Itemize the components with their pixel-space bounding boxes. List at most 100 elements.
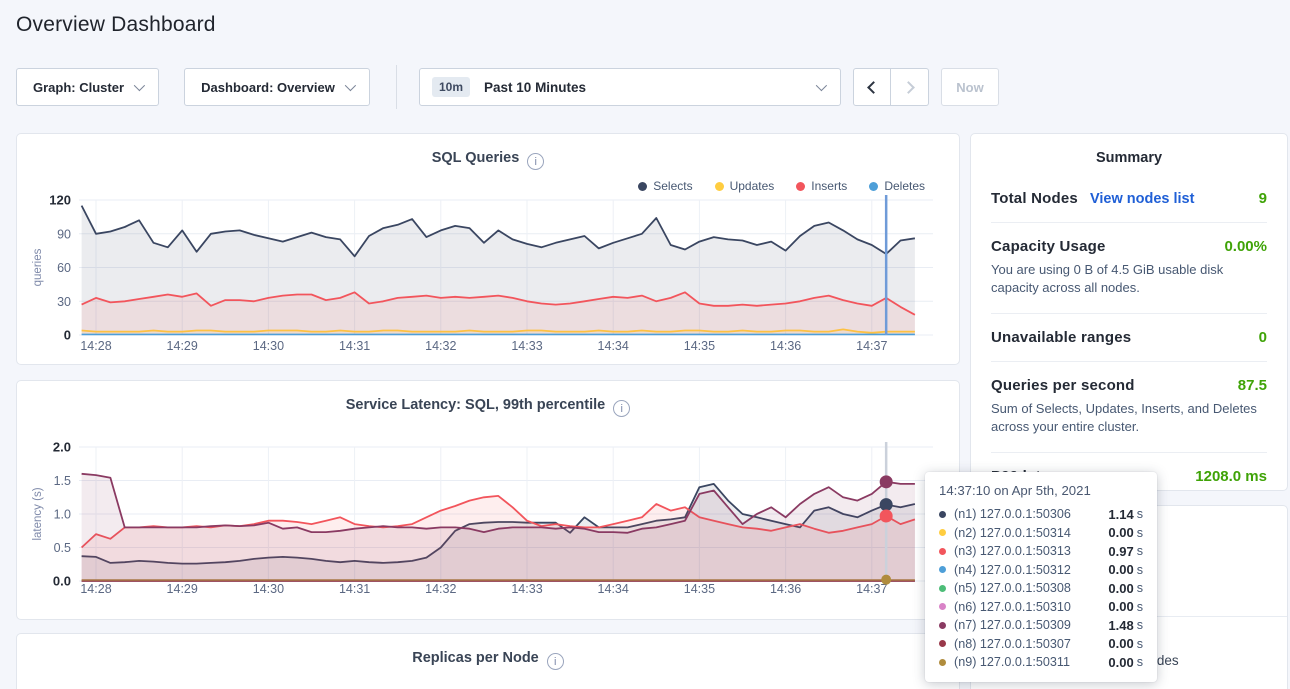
- svg-text:0.5: 0.5: [54, 541, 71, 555]
- dashboard-dropdown[interactable]: Dashboard: Overview: [184, 68, 370, 106]
- series-dot-icon: [939, 566, 946, 573]
- sql-queries-chart[interactable]: 030609012014:2814:2914:3014:3114:3214:33…: [17, 134, 960, 365]
- overview-dashboard-page: Overview Dashboard Graph: Cluster Dashbo…: [0, 0, 1290, 689]
- chevron-down-icon: [134, 80, 145, 91]
- tooltip-node-value: 1.14: [1108, 507, 1133, 522]
- toolbar-divider: [396, 65, 397, 109]
- tooltip-node-value: 0.00: [1108, 655, 1133, 670]
- tooltip-node-unit: s: [1137, 544, 1143, 558]
- view-nodes-link[interactable]: View nodes list: [1090, 191, 1195, 207]
- queries-per-second-description: Sum of Selects, Updates, Inserts, and De…: [991, 400, 1267, 437]
- svg-text:14:35: 14:35: [684, 582, 715, 596]
- svg-text:14:28: 14:28: [80, 582, 111, 596]
- queries-per-second-row: Queries per second 87.5: [991, 377, 1267, 394]
- tooltip-row: (n6) 127.0.0.1:503100.00 s: [939, 598, 1143, 617]
- service-latency-chart[interactable]: 0.00.51.01.52.014:2814:2914:3014:3114:32…: [17, 381, 960, 620]
- unavailable-ranges-row: Unavailable ranges 0: [991, 329, 1267, 346]
- tooltip-node-label: (n8) 127.0.0.1:50307: [954, 637, 1108, 651]
- page-title: Overview Dashboard: [16, 13, 216, 37]
- series-dot-icon: [939, 511, 946, 518]
- divider: [991, 361, 1267, 362]
- tooltip-row: (n3) 127.0.0.1:503130.97s: [939, 542, 1143, 561]
- dashboard-dropdown-label: Dashboard: Overview: [201, 80, 335, 95]
- replicas-per-node-chart-card: Replicas per Nodei: [16, 633, 960, 689]
- service-latency-chart-card: Service Latency: SQL, 99th percentilei 0…: [16, 380, 960, 620]
- graph-dropdown[interactable]: Graph: Cluster: [16, 68, 159, 106]
- time-range-selector[interactable]: 10m Past 10 Minutes: [419, 68, 841, 106]
- tooltip-node-unit: s: [1137, 600, 1143, 614]
- tooltip-node-label: (n6) 127.0.0.1:50310: [954, 600, 1108, 614]
- time-next-button[interactable]: [891, 68, 929, 106]
- svg-text:latency (s): latency (s): [32, 487, 44, 540]
- tooltip-node-value: 0.00: [1108, 562, 1133, 577]
- chevron-down-icon: [345, 80, 356, 91]
- svg-text:14:29: 14:29: [167, 339, 198, 353]
- svg-text:14:32: 14:32: [425, 582, 456, 596]
- tooltip-timestamp: 14:37:10 on Apr 5th, 2021: [939, 483, 1143, 498]
- queries-per-second-label: Queries per second: [991, 377, 1135, 394]
- tooltip-node-label: (n9) 127.0.0.1:50311: [954, 655, 1108, 669]
- divider: [991, 313, 1267, 314]
- tooltip-node-unit: s: [1137, 581, 1143, 595]
- summary-title: Summary: [991, 150, 1267, 166]
- svg-text:14:31: 14:31: [339, 339, 370, 353]
- tooltip-row: (n9) 127.0.0.1:503110.00s: [939, 653, 1143, 672]
- total-nodes-label: Total Nodes: [991, 190, 1078, 207]
- svg-text:14:35: 14:35: [684, 339, 715, 353]
- svg-text:queries: queries: [32, 248, 44, 286]
- tooltip-node-label: (n4) 127.0.0.1:50312: [954, 563, 1108, 577]
- tooltip-rows: (n1) 127.0.0.1:503061.14 s (n2) 127.0.0.1:…: [939, 505, 1143, 672]
- svg-text:14:37: 14:37: [856, 339, 887, 353]
- time-nav-group: [853, 68, 929, 106]
- svg-text:14:31: 14:31: [339, 582, 370, 596]
- svg-text:14:33: 14:33: [511, 582, 542, 596]
- tooltip-row: (n4) 127.0.0.1:503120.00 s: [939, 561, 1143, 580]
- chart-title: Replicas per Nodei: [17, 650, 959, 670]
- info-icon[interactable]: i: [547, 653, 564, 670]
- svg-text:0: 0: [64, 328, 71, 343]
- total-nodes-value: 9: [1259, 190, 1267, 207]
- svg-text:14:36: 14:36: [770, 582, 801, 596]
- time-range-badge: 10m: [432, 77, 470, 97]
- svg-text:14:36: 14:36: [770, 339, 801, 353]
- graph-dropdown-label: Graph: Cluster: [33, 80, 124, 95]
- tooltip-node-label: (n1) 127.0.0.1:50306: [954, 507, 1108, 521]
- tooltip-node-value: 0.00: [1108, 525, 1133, 540]
- tooltip-node-unit: s: [1137, 618, 1143, 632]
- capacity-usage-row: Capacity Usage 0.00%: [991, 238, 1267, 255]
- tooltip-node-label: (n7) 127.0.0.1:50309: [954, 618, 1108, 632]
- toolbar: Graph: Cluster Dashboard: Overview 10m P…: [16, 68, 999, 106]
- time-prev-button[interactable]: [853, 68, 891, 106]
- svg-text:14:30: 14:30: [253, 582, 284, 596]
- tooltip-node-value: 0.00: [1108, 581, 1133, 596]
- capacity-usage-label: Capacity Usage: [991, 238, 1106, 255]
- capacity-usage-value: 0.00%: [1224, 238, 1267, 255]
- tooltip-node-label: (n2) 127.0.0.1:50314: [954, 526, 1108, 540]
- series-dot-icon: [939, 640, 946, 647]
- capacity-usage-description: You are using 0 B of 4.5 GiB usable disk…: [991, 261, 1267, 298]
- svg-text:14:34: 14:34: [598, 582, 629, 596]
- svg-text:14:30: 14:30: [253, 339, 284, 353]
- svg-text:14:29: 14:29: [167, 582, 198, 596]
- tooltip-node-value: 0.97: [1108, 544, 1133, 559]
- tooltip-node-unit: s: [1137, 507, 1143, 521]
- sql-queries-chart-card: SQL Queriesi SelectsUpdatesInsertsDelete…: [16, 133, 960, 365]
- tooltip-row: (n7) 127.0.0.1:503091.48 s: [939, 616, 1143, 635]
- tooltip-node-unit: s: [1137, 563, 1143, 577]
- tooltip-node-unit: s: [1137, 526, 1143, 540]
- svg-text:0.0: 0.0: [53, 574, 71, 589]
- unavailable-ranges-value: 0: [1259, 329, 1267, 346]
- chevron-right-icon: [902, 81, 915, 94]
- tooltip-node-value: 0.00: [1108, 599, 1133, 614]
- now-button[interactable]: Now: [941, 68, 999, 106]
- svg-text:120: 120: [49, 193, 71, 208]
- tooltip-row: (n1) 127.0.0.1:503061.14 s: [939, 505, 1143, 524]
- chart-tooltip: 14:37:10 on Apr 5th, 2021 (n1) 127.0.0.1…: [925, 472, 1157, 682]
- series-dot-icon: [939, 585, 946, 592]
- tooltip-node-value: 1.48: [1108, 618, 1133, 633]
- svg-text:30: 30: [57, 295, 71, 309]
- chevron-down-icon: [816, 80, 827, 91]
- series-dot-icon: [939, 659, 946, 666]
- svg-text:14:32: 14:32: [425, 339, 456, 353]
- chevron-left-icon: [867, 81, 880, 94]
